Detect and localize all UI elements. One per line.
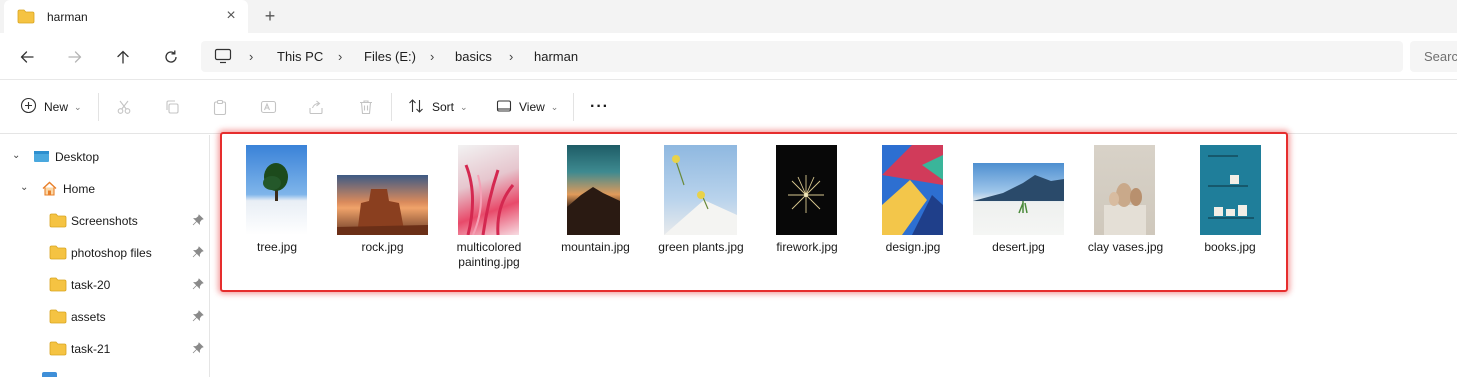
search-placeholder: Searc xyxy=(1424,49,1457,64)
cut-icon[interactable] xyxy=(116,95,132,119)
file-name: firework.jpg xyxy=(776,240,838,254)
sort-button[interactable]: Sort ⌄ xyxy=(408,95,468,119)
sidebar-item-partial[interactable] xyxy=(0,365,209,377)
copy-icon[interactable] xyxy=(164,95,180,119)
sidebar-item-label: task-21 xyxy=(71,342,111,356)
more-options-icon[interactable]: ··· xyxy=(590,95,609,119)
breadcrumb-harman[interactable]: harman xyxy=(534,49,578,64)
sidebar-item-label: Screenshots xyxy=(71,214,138,228)
breadcrumb-this-pc[interactable]: This PC xyxy=(277,49,323,64)
folder-icon xyxy=(49,245,67,263)
file-name: green plants.jpg xyxy=(658,240,744,254)
sidebar-item-label: task-20 xyxy=(71,278,111,292)
breadcrumb-chevron: › xyxy=(338,49,343,64)
sort-label: Sort xyxy=(432,100,455,114)
plus-circle-icon xyxy=(20,97,37,117)
green-plants-thumbnail xyxy=(664,145,737,235)
share-icon[interactable] xyxy=(308,95,324,119)
view-button[interactable]: View ⌄ xyxy=(496,95,558,119)
pin-icon xyxy=(192,214,204,229)
expand-chevron-icon[interactable]: ⌄ xyxy=(12,150,20,161)
sidebar-item-photoshop-files[interactable]: photoshop files xyxy=(0,237,209,269)
books-thumbnail xyxy=(1200,145,1261,235)
command-bar: New ⌄ Sort ⌄ View ⌄ ··· xyxy=(0,81,1457,134)
sidebar-item-label: assets xyxy=(71,310,106,324)
sidebar-item-screenshots[interactable]: Screenshots xyxy=(0,205,209,237)
folder-icon xyxy=(17,9,35,27)
chevron-down-icon: ⌄ xyxy=(460,101,468,112)
tree-thumbnail xyxy=(246,145,307,235)
sidebar-item-home[interactable]: ⌄ Home xyxy=(0,173,209,205)
breadcrumb-files-e[interactable]: Files (E:) xyxy=(364,49,416,64)
expand-chevron-icon[interactable]: ⌄ xyxy=(20,182,28,193)
firework-thumbnail xyxy=(776,145,837,235)
folder-icon xyxy=(49,341,67,359)
navigation-pane: ⌄ Desktop ⌄ Home Screenshots photoshop f… xyxy=(0,135,210,377)
forward-arrow-icon[interactable] xyxy=(63,45,87,69)
mountain-thumbnail xyxy=(567,145,620,235)
divider xyxy=(98,93,99,121)
new-button[interactable]: New ⌄ xyxy=(20,95,82,119)
file-name: multicolored painting.jpg xyxy=(456,240,522,269)
close-tab-icon[interactable]: × xyxy=(222,6,240,26)
file-name: books.jpg xyxy=(1204,240,1256,254)
file-name: design.jpg xyxy=(885,240,941,254)
folder-icon xyxy=(49,213,67,231)
pin-icon xyxy=(192,278,204,293)
rock-thumbnail xyxy=(337,175,428,235)
chevron-down-icon: ⌄ xyxy=(550,101,559,112)
multicolored-painting-thumbnail xyxy=(458,145,519,235)
paste-icon[interactable] xyxy=(212,95,228,119)
pin-icon xyxy=(192,342,204,357)
home-icon xyxy=(41,181,58,199)
tab-title: harman xyxy=(47,10,88,24)
sidebar-item-assets[interactable]: assets xyxy=(0,301,209,333)
new-label: New xyxy=(44,100,69,114)
view-label: View xyxy=(519,100,545,114)
breadcrumb-chevron: › xyxy=(249,49,254,64)
folder-icon xyxy=(49,309,67,327)
tab-harman[interactable]: harman × xyxy=(4,0,248,33)
file-name: clay vases.jpg xyxy=(1087,240,1164,254)
gallery-icon xyxy=(41,371,58,377)
sidebar-item-desktop[interactable]: ⌄ Desktop xyxy=(0,141,209,173)
desktop-icon xyxy=(33,149,50,167)
breadcrumb-basics[interactable]: basics xyxy=(455,49,492,64)
view-icon xyxy=(496,98,512,117)
sort-icon xyxy=(408,98,425,117)
file-name: mountain.jpg xyxy=(561,240,630,254)
delete-icon[interactable] xyxy=(358,95,374,119)
breadcrumb-chevron: › xyxy=(430,49,435,64)
desert-thumbnail xyxy=(973,163,1064,235)
sidebar-item-label: Desktop xyxy=(55,150,100,164)
this-pc-icon xyxy=(214,48,232,67)
new-tab-button[interactable]: + xyxy=(260,6,280,26)
back-arrow-icon[interactable] xyxy=(15,45,39,69)
sidebar-item-task-21[interactable]: task-21 xyxy=(0,333,209,365)
up-arrow-icon[interactable] xyxy=(111,45,135,69)
file-name: desert.jpg xyxy=(992,240,1045,254)
file-name: tree.jpg xyxy=(256,240,298,254)
divider xyxy=(573,93,574,121)
sidebar-item-task-20[interactable]: task-20 xyxy=(0,269,209,301)
rename-icon[interactable] xyxy=(260,95,277,119)
sidebar-item-label: Home xyxy=(63,182,96,196)
pin-icon xyxy=(192,310,204,325)
tab-bar: harman × + xyxy=(0,0,1457,33)
file-name: rock.jpg xyxy=(361,240,404,254)
design-thumbnail xyxy=(882,145,943,235)
refresh-icon[interactable] xyxy=(159,45,183,69)
search-input[interactable]: Searc xyxy=(1410,41,1457,72)
address-row: › This PC › Files (E:) › basics › harman… xyxy=(0,33,1457,80)
breadcrumb-chevron: › xyxy=(509,49,514,64)
clay-vases-thumbnail xyxy=(1094,145,1155,235)
sidebar-item-label: photoshop files xyxy=(71,246,152,260)
folder-icon xyxy=(49,277,67,295)
pin-icon xyxy=(192,246,204,261)
chevron-down-icon: ⌄ xyxy=(74,101,82,112)
divider xyxy=(391,93,392,121)
address-bar[interactable]: › This PC › Files (E:) › basics › harman xyxy=(201,41,1403,72)
